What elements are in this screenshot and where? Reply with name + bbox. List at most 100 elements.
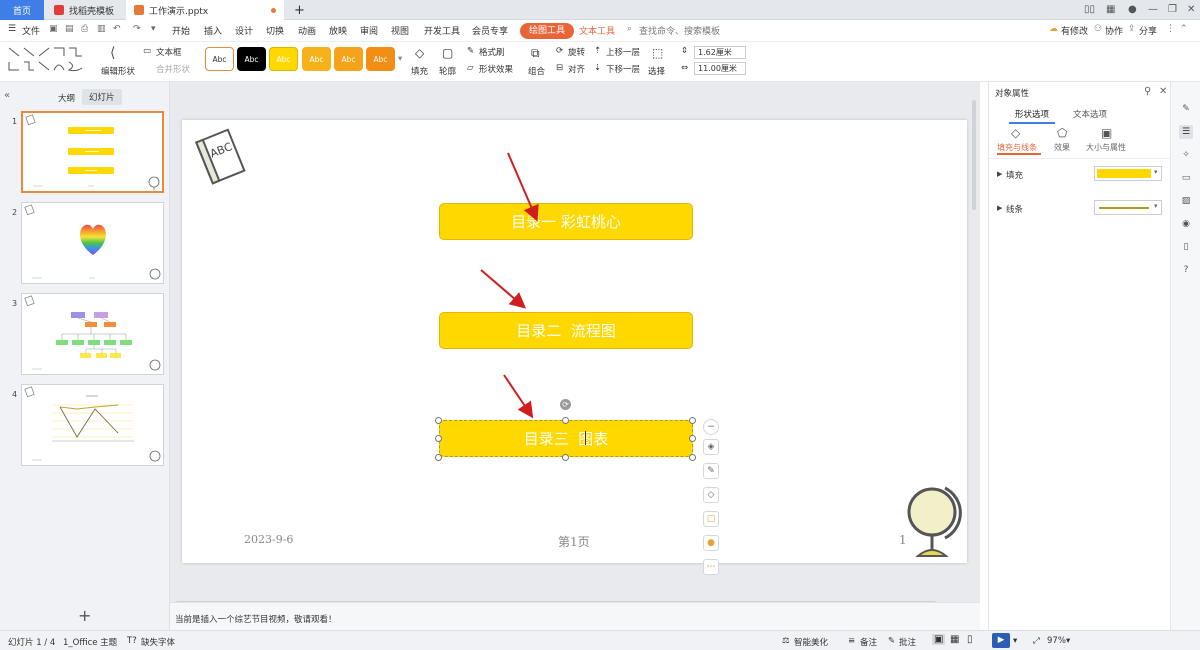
add-slide-button[interactable]: + [78,606,91,625]
menu-review[interactable]: 审阅 [360,24,378,37]
new-tab-button[interactable]: + [286,0,313,20]
normal-view-icon[interactable]: ▣ [932,634,946,645]
slide-thumbnail-3[interactable] [21,293,164,375]
slide-thumbnail-4[interactable] [21,384,164,466]
command-search-input[interactable]: 查找命令、搜索模板 [639,24,720,37]
properties-icon[interactable]: ☰ [1179,125,1193,139]
undo-icon[interactable]: ↶ [113,24,121,34]
move-down-icon[interactable]: ⇣ [594,63,601,73]
tab-home[interactable]: 首页 [0,0,44,20]
fill-icon[interactable]: ◇ [415,46,424,60]
bookmark-icon[interactable]: ▯ [1179,240,1193,254]
shape-style-1[interactable]: Abc [205,47,234,71]
select-icon[interactable]: ⬚ [652,46,663,60]
beautify-icon[interactable]: ⚖ [782,636,790,646]
share-button[interactable]: 分享 [1139,24,1157,37]
select-button[interactable]: 选择 [648,65,665,77]
brush-icon[interactable]: ✎ [1179,102,1193,116]
move-down-button[interactable]: 下移一层 [606,63,640,75]
image-icon[interactable]: ▨ [1179,194,1193,208]
more-options-icon[interactable]: ⋯ [703,559,719,575]
tab-document[interactable]: 工作演示.pptx [126,0,284,20]
location-icon[interactable]: ◉ [1179,217,1193,231]
size-props-icon[interactable]: ▣ [1101,126,1112,140]
shape-style-4[interactable]: Abc [302,47,331,71]
export-icon[interactable]: ▤ [65,24,74,34]
shape-style-3[interactable]: Abc [269,47,298,71]
border-icon[interactable]: ▢ [703,511,719,527]
menu-design[interactable]: 设计 [235,24,253,37]
expand-line-icon[interactable]: ▶ [997,204,1002,212]
preview-icon[interactable]: ▥ [97,24,106,34]
edit-shape-icon[interactable]: ⟨ [110,45,115,61]
tab-text-options[interactable]: 文本选项 [1067,106,1113,122]
tab-template[interactable]: 找稻壳模板 [46,0,122,20]
save-icon[interactable]: ▣ [49,24,58,34]
rotate-icon[interactable]: ⟳ [556,46,563,56]
outline-icon[interactable]: ▢ [442,46,453,60]
animation-icon[interactable]: ✧ [1179,148,1193,162]
quick-access-more-icon[interactable]: ▾ [151,24,156,34]
tab-shape-options[interactable]: 形状选项 [1009,106,1056,124]
notes-pane[interactable]: 当前是插入一个综艺节目视频，敬请观看！ [170,602,980,630]
bulb-icon[interactable]: ● [703,535,719,551]
close-icon[interactable]: ✕ [1187,4,1195,15]
menu-animation[interactable]: 动画 [298,24,316,37]
search-icon[interactable]: ⌕ [627,24,632,34]
pen-icon[interactable]: ✎ [703,463,719,479]
group-icon[interactable]: ⧉ [531,46,540,61]
collapse-ribbon-icon[interactable]: ⌃ [1180,24,1188,34]
pin-icon[interactable]: ⚲ [1144,86,1151,97]
slide-thumbnail-1[interactable] [21,111,164,193]
avatar[interactable]: ● [1128,4,1137,15]
restore-icon[interactable]: ❐ [1168,4,1177,15]
shape-effect-icon[interactable]: ▱ [467,63,474,73]
effects-icon[interactable]: ⬠ [1057,126,1067,140]
textbox-button[interactable]: 文本框 [156,46,182,58]
subtab-effects[interactable]: 效果 [1054,142,1070,153]
notes-icon[interactable]: ≡ [848,636,855,646]
notes-button[interactable]: 备注 [860,636,877,648]
tab-slides[interactable]: 幻灯片 [82,89,122,105]
minimize-icon[interactable]: — [1148,4,1158,15]
shape-effect-button[interactable]: 形状效果 [479,63,513,75]
grid-icon[interactable]: ▦ [1106,4,1115,15]
menu-file[interactable]: 文件 [22,24,40,37]
expand-fill-icon[interactable]: ▶ [997,170,1002,178]
redo-icon[interactable]: ↷ [133,24,141,34]
tab-drawing-tools[interactable]: 绘图工具 [520,23,575,39]
format-brush-button[interactable]: 格式刷 [479,46,505,58]
comment-icon[interactable]: ✎ [888,636,895,646]
shape-style-6[interactable]: Abc [366,47,395,71]
help-icon[interactable]: ? [1179,263,1193,277]
play-options-icon[interactable]: ▾ [1013,636,1017,646]
layers-icon[interactable]: ◈ [703,439,719,455]
height-input[interactable]: 1.62厘米 [694,46,746,59]
play-icon[interactable]: ▶ [992,633,1010,648]
subtab-fill-line[interactable]: 填充与线条 [997,142,1037,153]
menu-developer[interactable]: 开发工具 [424,24,460,37]
transition-icon[interactable]: ▭ [1179,171,1193,185]
align-button[interactable]: 对齐 [568,63,585,75]
modified-button[interactable]: 有修改 [1061,24,1088,37]
collapse-pane-icon[interactable]: « [4,90,10,101]
collaborate-button[interactable]: 协作 [1105,24,1123,37]
beautify-button[interactable]: 智能美化 [794,636,828,648]
vertical-scrollbar[interactable] [972,100,976,210]
align-icon[interactable]: ⊟ [556,63,563,73]
line-style-select[interactable]: ▾ [1094,200,1162,215]
style-gallery-more-icon[interactable]: ▾ [398,54,402,64]
hamburger-icon[interactable]: ☰ [8,24,16,34]
menu-start[interactable]: 开始 [172,24,190,37]
textbox-icon[interactable]: ▭ [143,46,151,56]
zoom-chevron-down-icon[interactable]: ▾ [1066,636,1070,646]
edit-shape-button[interactable]: 编辑形状 [101,65,135,77]
zoom-level[interactable]: 97% [1047,636,1066,646]
menu-slideshow[interactable]: 放映 [329,24,347,37]
fill-color-select[interactable]: ▾ [1094,166,1162,181]
group-button[interactable]: 组合 [528,65,545,77]
layout-icon[interactable]: ▯▯ [1084,4,1095,15]
comment-button[interactable]: 批注 [899,636,916,648]
fill-line-icon[interactable]: ◇ [1011,126,1020,140]
collapse-float-toolbar-icon[interactable]: − [703,419,719,435]
